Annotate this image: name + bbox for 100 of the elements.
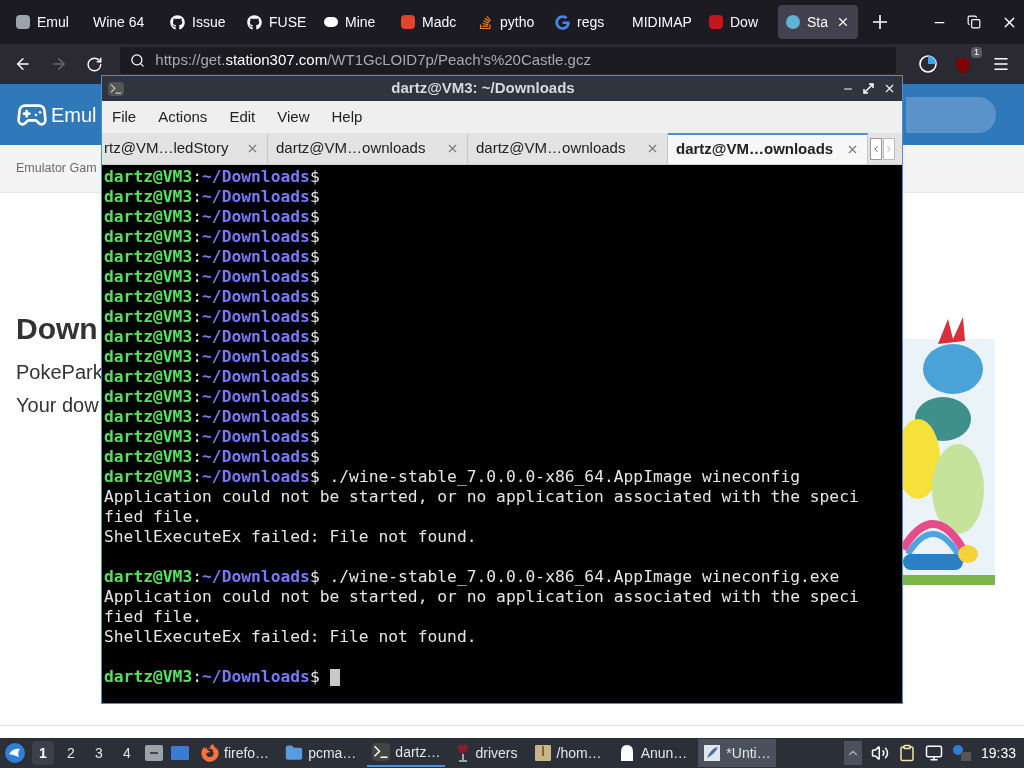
prompt-user: dartz@VM3 — [104, 167, 193, 187]
browser-tab[interactable]: FUSE — [239, 5, 314, 39]
site-icon — [16, 15, 30, 29]
prompt-path: ~/Downloads — [202, 347, 310, 367]
prompt-separator: : — [192, 227, 203, 247]
scroll-left-icon[interactable] — [870, 137, 882, 160]
workspace-button[interactable]: 2 — [60, 741, 82, 765]
plus-icon — [872, 14, 888, 30]
prompt-separator: : — [192, 367, 203, 387]
terminal-icon — [372, 743, 391, 761]
folder-icon — [285, 744, 304, 762]
workspace-button[interactable]: 1 — [32, 741, 54, 765]
browser-icon — [201, 744, 219, 762]
close-icon[interactable] — [883, 82, 896, 95]
workspace-button[interactable]: 4 — [116, 741, 138, 765]
prompt-symbol: $ — [309, 287, 320, 307]
prompt-user: dartz@VM3 — [104, 427, 193, 447]
drawer-icon[interactable] — [144, 744, 164, 762]
menu-item[interactable]: Help — [331, 105, 363, 129]
prompt-separator: : — [192, 347, 203, 367]
prompt-path: ~/Downloads — [202, 287, 310, 307]
terminal-tab[interactable]: dartz@VM…ownloads — [668, 133, 868, 164]
browser-tab[interactable]: Emul — [8, 5, 83, 39]
prompt-user: dartz@VM3 — [104, 247, 193, 267]
tab-title: Sta — [807, 12, 828, 32]
network-icon[interactable] — [924, 744, 943, 762]
tab-title: Mine — [345, 12, 376, 32]
taskbar-task[interactable]: drivers — [451, 739, 523, 767]
browser-tab[interactable]: Issue — [162, 5, 237, 39]
tab-title: FUSE — [269, 12, 307, 32]
tab-label: dartz@VM…ownloads — [676, 139, 834, 160]
tab-label: dartz@VM…ownloads — [476, 138, 626, 159]
taskbar-task[interactable]: *Unti… — [698, 739, 776, 767]
desktop-icon[interactable] — [170, 745, 190, 761]
prompt-symbol: $ — [309, 447, 320, 467]
page-heading: Down — [16, 311, 99, 347]
browser-tab[interactable]: Madc — [393, 5, 468, 39]
tray-expand-button[interactable] — [843, 741, 862, 765]
clipboard-icon[interactable] — [897, 744, 916, 762]
task-label: drivers — [475, 743, 518, 763]
prompt-symbol: $ — [309, 567, 320, 587]
browser-tab[interactable]: Mine — [316, 5, 391, 39]
start-menu-icon[interactable] — [4, 742, 26, 764]
prompt-user: dartz@VM3 — [104, 387, 193, 407]
task-label: /hom… — [556, 743, 602, 763]
archive-icon — [533, 744, 552, 762]
browser-tab[interactable]: pytho — [470, 5, 545, 39]
menu-item[interactable]: File — [112, 105, 137, 129]
taskbar-task[interactable]: firefo… — [196, 739, 275, 767]
close-icon[interactable] — [836, 15, 850, 29]
search-icon — [130, 53, 146, 68]
prompt-user: dartz@VM3 — [104, 307, 193, 327]
site-icon — [478, 14, 493, 30]
prompt-user: dartz@VM3 — [104, 267, 193, 287]
clock-text: 19:33 — [980, 743, 1017, 763]
notification-icon[interactable] — [951, 744, 972, 762]
taskbar-task[interactable]: pcma… — [280, 739, 362, 767]
prompt-path: ~/Downloads — [202, 667, 310, 687]
prompt-separator: : — [192, 407, 203, 427]
menu-icon[interactable] — [992, 55, 1010, 73]
url-text: https://get.station307.com/WT1GcLOID7p/Peach's%20Castle.gcz — [155, 50, 591, 71]
site-icon — [555, 14, 570, 30]
browser-tab[interactable]: Sta — [778, 5, 858, 39]
progress-ring-icon[interactable] — [918, 54, 938, 74]
prompt-symbol: $ — [309, 307, 320, 327]
prompt-user: dartz@VM3 — [104, 467, 193, 487]
reload-icon[interactable] — [85, 55, 103, 73]
browser-tab[interactable]: regs — [547, 5, 622, 39]
search-field[interactable] — [906, 96, 996, 133]
browser-tab[interactable]: MIDIMAP — [624, 5, 699, 39]
task-label: pcma… — [308, 743, 357, 763]
tab-title: MIDIMAP — [632, 12, 692, 32]
prompt-user: dartz@VM3 — [104, 347, 193, 367]
menu-item[interactable]: View — [277, 105, 310, 129]
breadcrumb-link[interactable]: Emulator Gam — [16, 159, 97, 178]
back-icon[interactable] — [14, 55, 32, 73]
address-field[interactable]: https://get.station307.com/WT1GcLOID7p/Peach's%20Castle.gcz — [120, 47, 896, 74]
tab-label: dartz@VM…ownloads — [276, 138, 426, 159]
menu-item[interactable]: Edit — [229, 105, 256, 129]
maximize-icon[interactable] — [863, 83, 874, 94]
taskbar-task[interactable]: /hom… — [528, 739, 607, 767]
task-label: dartz… — [395, 742, 441, 762]
volume-icon[interactable] — [870, 744, 889, 762]
prompt-path: ~/Downloads — [202, 407, 310, 427]
taskbar-task[interactable]: dartz… — [367, 739, 446, 767]
prompt-separator: : — [192, 467, 203, 487]
taskbar-task[interactable]: Anun… — [612, 739, 693, 767]
workspace-button[interactable]: 3 — [88, 741, 110, 765]
tab-title: Emul — [37, 12, 69, 32]
restore-icon[interactable] — [967, 15, 981, 29]
terminal-tab[interactable]: dartz@VM…ownloads — [268, 133, 468, 164]
feather-icon — [703, 744, 722, 762]
menu-item[interactable]: Actions — [158, 105, 208, 129]
terminal-tab[interactable]: rtz@VM…ledStory — [102, 133, 268, 164]
browser-tab[interactable]: Dow — [701, 5, 776, 39]
browser-tab[interactable]: Wine 64 — [85, 5, 160, 39]
tab-title: regs — [577, 12, 605, 32]
site-logo-text[interactable]: Emul — [51, 99, 97, 130]
output-line: Application could not be started, or no application associated with the speci — [104, 487, 860, 507]
prompt-path: ~/Downloads — [202, 207, 310, 227]
